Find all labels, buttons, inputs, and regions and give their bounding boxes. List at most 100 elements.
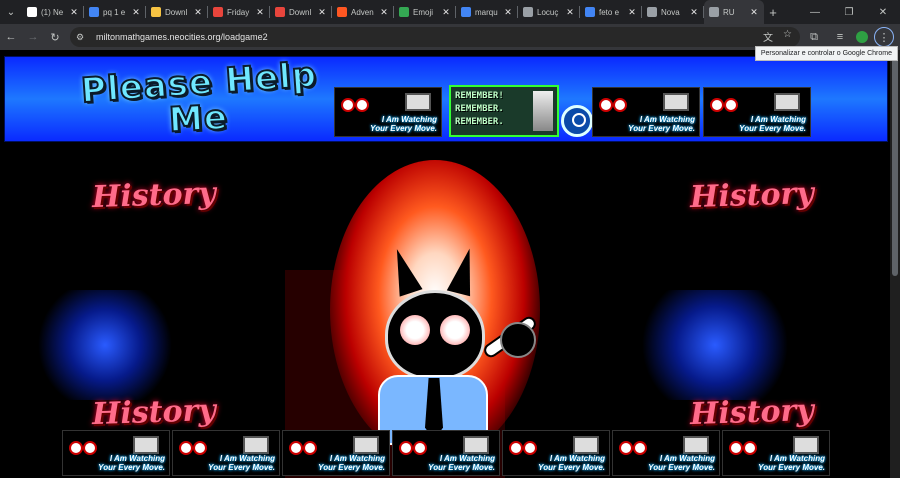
blue-glitch-panel-right (635, 290, 795, 400)
scrollbar-thumb[interactable] (892, 56, 898, 276)
close-tab-icon[interactable]: ✕ (689, 7, 699, 18)
close-tab-icon[interactable]: ✕ (441, 7, 451, 18)
browser-tab[interactable]: Downl ✕ (270, 0, 332, 24)
cat-paw (500, 322, 536, 358)
close-tab-icon[interactable]: ✕ (749, 7, 759, 18)
laptop-icon (793, 436, 819, 454)
eye-icon (743, 441, 757, 455)
close-tab-icon[interactable]: ✕ (255, 7, 265, 18)
bolt-icon (27, 7, 37, 17)
tab-title: Adven (351, 7, 374, 17)
globe-icon (523, 7, 533, 17)
tab-strip: ⌄ (1) Ne ✕ pq 1 e ✕ Downl ✕ Friday ✕ Downl ✕ Adven… (0, 0, 900, 24)
reload-icon[interactable]: ↻ (44, 31, 66, 44)
tab-title: marqu (475, 7, 498, 17)
translate-icon[interactable]: 文 (763, 29, 773, 44)
close-tab-icon[interactable]: ✕ (131, 7, 141, 18)
round-badge (561, 105, 593, 137)
cat-left-eye (400, 315, 430, 345)
vertical-scrollbar[interactable] (890, 50, 900, 478)
extension-green-icon[interactable] (856, 31, 868, 43)
eye-icon (179, 441, 193, 455)
tab-search-chevron-down-icon[interactable]: ⌄ (0, 0, 22, 24)
eye-icon (413, 441, 427, 455)
extensions-puzzle-icon[interactable]: ⧉ (804, 27, 824, 47)
watching-text: I Am Watching Your Every Move. (318, 454, 385, 472)
eye-icon (619, 441, 633, 455)
moon-icon (151, 7, 161, 17)
watching-line1: I Am Watching (769, 454, 825, 463)
history-text-right-bottom: History (689, 392, 815, 433)
watching-line2: Your Every Move. (98, 463, 165, 472)
tree-icon (399, 7, 409, 17)
restore-icon[interactable]: ❐ (832, 0, 866, 24)
calendar-icon (275, 7, 285, 17)
browser-tab[interactable]: feto e ✕ (580, 0, 642, 24)
google-icon (89, 7, 99, 17)
close-window-icon[interactable]: ✕ (866, 0, 900, 24)
new-tab-plus-icon[interactable]: + (764, 5, 782, 20)
close-tab-icon[interactable]: ✕ (565, 7, 575, 18)
browser-tab[interactable]: Downl ✕ (146, 0, 208, 24)
bookmark-star-icon[interactable]: ☆ (783, 29, 792, 44)
tab-title: Downl (289, 7, 312, 17)
tab-title: Nova (661, 7, 680, 17)
browser-tab[interactable]: Friday ✕ (208, 0, 270, 24)
browser-tab[interactable]: (1) Ne ✕ (22, 0, 84, 24)
watching-line1: I Am Watching (549, 454, 605, 463)
media-control-icon[interactable]: ≡ (830, 27, 850, 47)
address-bar[interactable]: ⚙ miltonmathgames.neocities.org/loadgame… (70, 27, 800, 47)
browser-tab[interactable]: marqu ✕ (456, 0, 518, 24)
close-tab-icon[interactable]: ✕ (627, 7, 637, 18)
address-bar-url[interactable]: miltonmathgames.neocities.org/loadgame2 (96, 32, 268, 42)
laptop-icon (573, 436, 599, 454)
watching-line1: I Am Watching (219, 454, 275, 463)
history-text-right-top: History (689, 175, 815, 216)
browser-tab[interactable]: Locuç ✕ (518, 0, 580, 24)
eye-icon (523, 441, 537, 455)
tab-list: (1) Ne ✕ pq 1 e ✕ Downl ✕ Friday ✕ Downl ✕ Adven ✕ E… (22, 0, 764, 24)
minimize-icon[interactable]: — (798, 0, 832, 24)
calendar-icon (213, 7, 223, 17)
watching-text: I Am Watching Your Every Move. (370, 115, 437, 133)
back-arrow-icon[interactable]: ← (0, 31, 22, 43)
browser-tab[interactable]: RU ✕ (704, 0, 764, 24)
eye-icon (83, 441, 97, 455)
forward-arrow-icon[interactable]: → (22, 31, 44, 43)
watching-line2: Your Every Move. (428, 463, 495, 472)
watching-text: I Am Watching Your Every Move. (98, 454, 165, 472)
eye-icon (289, 441, 303, 455)
eye-icon (69, 441, 83, 455)
eye-icon (509, 441, 523, 455)
laptop-icon (405, 93, 431, 111)
glowing-eyes-icon (729, 441, 759, 457)
cat-right-eye (440, 315, 470, 345)
eye-icon (303, 441, 317, 455)
banner-title-line2: Me (167, 96, 230, 141)
site-info-icon[interactable]: ⚙ (76, 32, 92, 43)
close-tab-icon[interactable]: ✕ (69, 7, 79, 18)
close-tab-icon[interactable]: ✕ (503, 7, 513, 18)
google-icon (461, 7, 471, 17)
browser-tab[interactable]: pq 1 e ✕ (84, 0, 146, 24)
watching-line2: Your Every Move. (628, 124, 695, 133)
watching-line2: Your Every Move. (370, 124, 437, 133)
watching-line2: Your Every Move. (538, 463, 605, 472)
glowing-eyes-icon (399, 441, 429, 457)
browser-tab[interactable]: Nova ✕ (642, 0, 704, 24)
chrome-menu-icon[interactable]: ⋮ (874, 27, 894, 47)
tab-title: Friday (227, 7, 250, 17)
history-text-left-top: History (91, 175, 217, 216)
browser-tab[interactable]: Emoji ✕ (394, 0, 456, 24)
eye-icon (633, 441, 647, 455)
close-tab-icon[interactable]: ✕ (193, 7, 203, 18)
eye-icon (399, 441, 413, 455)
close-tab-icon[interactable]: ✕ (317, 7, 327, 18)
glowing-eyes-icon (599, 98, 629, 114)
eye-icon (729, 441, 743, 455)
remember-figure (533, 91, 553, 131)
watching-banner: I Am Watching Your Every Move. (62, 430, 170, 476)
laptop-icon (663, 93, 689, 111)
browser-tab[interactable]: Adven ✕ (332, 0, 394, 24)
close-tab-icon[interactable]: ✕ (379, 7, 389, 18)
